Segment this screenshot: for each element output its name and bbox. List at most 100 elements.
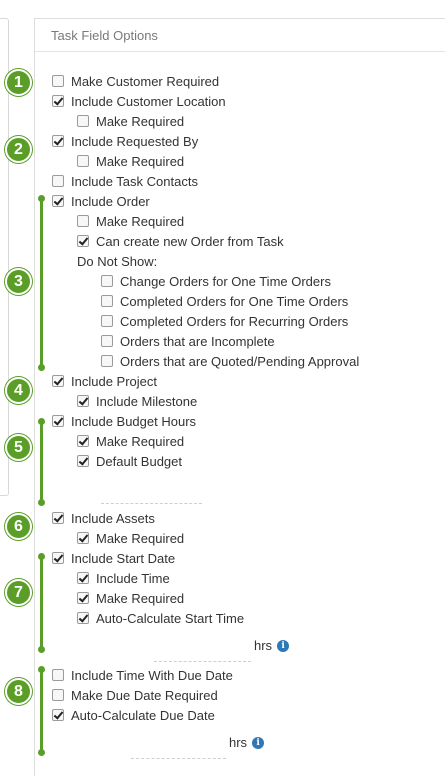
option-budget-make-required[interactable]: Make Required — [77, 431, 184, 451]
checkbox[interactable] — [52, 669, 64, 681]
option-label: Make Required — [96, 530, 185, 546]
option-auto-calc-start-time[interactable]: Auto-Calculate Start Time — [77, 608, 244, 628]
checkbox[interactable] — [77, 435, 89, 447]
step-badge-8: 8 — [5, 678, 32, 705]
option-change-orders-one-time[interactable]: Change Orders for One Time Orders — [101, 271, 331, 291]
checkbox[interactable] — [52, 175, 64, 187]
option-label: Make Required — [96, 433, 185, 449]
option-label: Make Required — [96, 590, 185, 606]
checkbox[interactable] — [52, 512, 64, 524]
option-include-customer-location[interactable]: Include Customer Location — [52, 91, 226, 111]
option-label: Include Time With Due Date — [71, 667, 233, 683]
option-include-order[interactable]: Include Order — [52, 191, 150, 211]
option-start-make-required[interactable]: Make Required — [77, 588, 184, 608]
start-hrs-unit: hrs i — [254, 638, 290, 653]
info-icon[interactable]: i — [277, 639, 290, 652]
option-label: Include Assets — [71, 510, 155, 526]
step-badge-4: 4 — [5, 377, 32, 404]
checkbox[interactable] — [52, 195, 64, 207]
start-time-input-underline[interactable] — [154, 661, 251, 662]
checkbox[interactable] — [52, 709, 64, 721]
checkbox[interactable] — [77, 592, 89, 604]
checkbox[interactable] — [77, 572, 89, 584]
option-completed-orders-one-time[interactable]: Completed Orders for One Time Orders — [101, 291, 348, 311]
option-include-task-contacts[interactable]: Include Task Contacts — [52, 171, 198, 191]
checkbox[interactable] — [101, 315, 113, 327]
option-include-requested-by[interactable]: Include Requested By — [52, 131, 198, 151]
option-label: Orders that are Incomplete — [120, 333, 275, 349]
checkbox[interactable] — [52, 415, 64, 427]
checkbox[interactable] — [52, 375, 64, 387]
option-label: Include Order — [71, 193, 150, 209]
checkbox[interactable] — [77, 395, 89, 407]
checkbox[interactable] — [52, 75, 64, 87]
option-label: Include Budget Hours — [71, 413, 197, 429]
option-label: Orders that are Quoted/Pending Approval — [120, 353, 360, 369]
checkbox[interactable] — [77, 155, 89, 167]
group-bracket-5 — [38, 418, 45, 506]
option-label: Auto-Calculate Start Time — [96, 610, 245, 626]
option-default-budget[interactable]: Default Budget — [77, 451, 182, 471]
checkbox[interactable] — [77, 115, 89, 127]
option-include-budget-hours[interactable]: Include Budget Hours — [52, 411, 196, 431]
option-include-time-due-date[interactable]: Include Time With Due Date — [52, 665, 233, 685]
option-label: Auto-Calculate Due Date — [71, 707, 215, 723]
panel-title: Task Field Options — [51, 28, 158, 43]
checkbox[interactable] — [77, 235, 89, 247]
option-orders-incomplete[interactable]: Orders that are Incomplete — [101, 331, 275, 351]
panel-header: Task Field Options — [35, 19, 445, 52]
option-requested-make-required[interactable]: Make Required — [77, 151, 184, 171]
option-include-start-date[interactable]: Include Start Date — [52, 548, 175, 568]
option-assets-make-required[interactable]: Make Required — [77, 528, 184, 548]
option-order-make-required[interactable]: Make Required — [77, 211, 184, 231]
option-include-milestone[interactable]: Include Milestone — [77, 391, 197, 411]
option-completed-orders-recurring[interactable]: Completed Orders for Recurring Orders — [101, 311, 348, 331]
budget-hours-input-underline[interactable] — [101, 503, 202, 504]
hrs-label: hrs — [229, 735, 248, 750]
option-label: Can create new Order from Task — [96, 233, 284, 249]
checkbox[interactable] — [52, 135, 64, 147]
step-badge-1: 1 — [5, 69, 32, 96]
group-bracket-3 — [38, 195, 45, 371]
checkbox[interactable] — [52, 95, 64, 107]
checkbox[interactable] — [52, 689, 64, 701]
checkbox[interactable] — [52, 552, 64, 564]
do-not-show-label: Do Not Show: — [77, 254, 158, 269]
option-label: Include Project — [71, 373, 157, 389]
option-include-project[interactable]: Include Project — [52, 371, 157, 391]
checkbox[interactable] — [101, 295, 113, 307]
due-date-input-underline[interactable] — [131, 758, 226, 759]
option-label: Include Start Date — [71, 550, 176, 566]
checkbox[interactable] — [101, 335, 113, 347]
checkbox[interactable] — [77, 612, 89, 624]
group-bracket-7 — [38, 553, 45, 653]
option-label: Make Customer Required — [71, 73, 220, 89]
option-label: Make Required — [96, 153, 185, 169]
checkbox[interactable] — [101, 275, 113, 287]
checkbox[interactable] — [77, 215, 89, 227]
option-can-create-order[interactable]: Can create new Order from Task — [77, 231, 284, 251]
option-label: Make Due Date Required — [71, 687, 218, 703]
option-orders-quoted-pending[interactable]: Orders that are Quoted/Pending Approval — [101, 351, 359, 371]
option-make-customer-required[interactable]: Make Customer Required — [52, 71, 219, 91]
info-icon[interactable]: i — [252, 736, 265, 749]
option-include-assets[interactable]: Include Assets — [52, 508, 155, 528]
step-badge-2: 2 — [5, 136, 32, 163]
option-make-due-date-required[interactable]: Make Due Date Required — [52, 685, 218, 705]
step-badge-6: 6 — [5, 513, 32, 540]
step-badge-3: 3 — [5, 268, 32, 295]
option-location-make-required[interactable]: Make Required — [77, 111, 184, 131]
checkbox[interactable] — [77, 455, 89, 467]
option-auto-calc-due-date[interactable]: Auto-Calculate Due Date — [52, 705, 215, 725]
step-badge-5: 5 — [5, 434, 32, 461]
option-label: Make Required — [96, 213, 185, 229]
option-label: Include Time — [96, 570, 170, 586]
step-badge-7: 7 — [5, 579, 32, 606]
option-label: Include Customer Location — [71, 93, 226, 109]
option-label: Include Task Contacts — [71, 173, 198, 189]
checkbox[interactable] — [101, 355, 113, 367]
checkbox[interactable] — [77, 532, 89, 544]
option-label: Include Requested By — [71, 133, 199, 149]
due-hrs-unit: hrs i — [229, 735, 265, 750]
option-start-include-time[interactable]: Include Time — [77, 568, 170, 588]
